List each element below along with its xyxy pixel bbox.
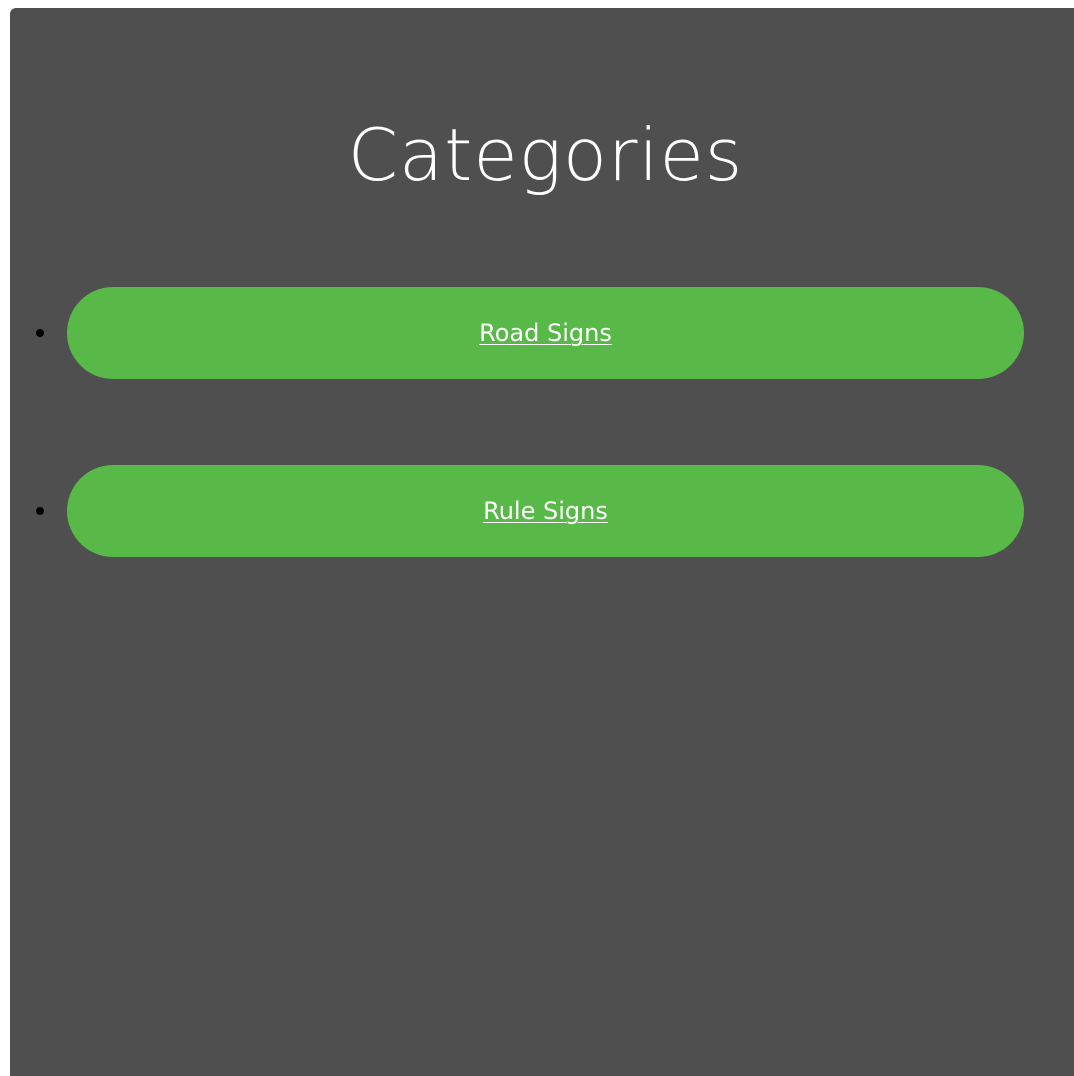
rule-signs-button[interactable]: Rule Signs xyxy=(67,465,1024,557)
bullet-icon xyxy=(36,507,44,515)
road-signs-link[interactable]: Road Signs xyxy=(479,319,612,347)
road-signs-button[interactable]: Road Signs xyxy=(67,287,1024,379)
rule-signs-link[interactable]: Rule Signs xyxy=(483,497,608,525)
page-title: Categories xyxy=(347,113,744,197)
bullet-icon xyxy=(36,329,44,337)
categories-panel: Categories Road Signs Rule Signs xyxy=(10,8,1074,1076)
list-item: Rule Signs xyxy=(10,465,1074,557)
list-item: Road Signs xyxy=(10,287,1074,379)
